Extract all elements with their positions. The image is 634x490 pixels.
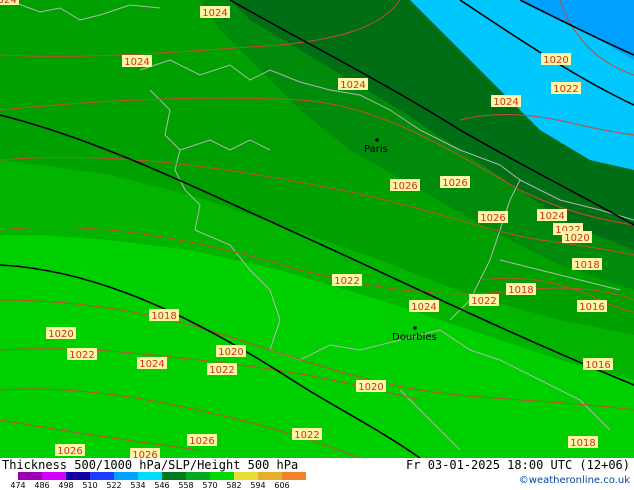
isobar-label-text: 1018 [570,438,595,449]
scale-value: 546 [154,481,170,490]
isobar-label: 1024 [137,357,167,370]
isobar-label-text: 1018 [151,311,176,322]
scale-swatch [18,472,42,480]
isobar-label-text: 1022 [69,350,94,361]
scale-value: 498 [58,481,74,490]
isobar-label-text: 1024 [340,80,365,91]
scale-value: 606 [274,481,290,490]
isobar-label: 1024 [491,95,521,108]
isobar-label-text: 1024 [493,97,518,108]
isobar-label: 1024 [122,55,152,68]
isobar-label-text: 1026 [480,213,505,224]
isobar-label-text: 1022 [553,84,578,95]
isobar-label-text: 1024 [202,8,227,19]
scale-swatch [210,472,234,480]
scale-value: 558 [178,481,194,490]
isobar-label: 1020 [216,345,246,358]
isobar-label-text: 1022 [471,296,496,307]
isobar-label-text: 1024 [139,359,164,370]
scale-value: 486 [34,481,50,490]
city-dot [375,138,379,142]
scale-labels: 474 486 498 510 522 534 546 558 570 582 594 606 [6,481,294,490]
isobar-label: 1022 [292,428,322,441]
chart-title: Thickness 500/1000 hPa/SLP/Height 500 hP… [2,458,299,472]
isobar-label-text: 1018 [574,260,599,271]
scale-value: 474 [10,481,26,490]
isobar-label: 1016 [577,300,607,313]
isobar-label-text: 1016 [579,302,604,313]
isobar-label: 1026 [478,211,508,224]
isobar-label-text: 1026 [189,436,214,447]
isobar-label: 1026 [440,176,470,189]
isobar-label-text: 1016 [585,360,610,371]
isobar-label-text: 1026 [442,178,467,189]
isobar-label: 1024 [338,78,368,91]
isobar-label: 1020 [562,231,592,244]
isobar-label: 1020 [541,53,571,66]
map-footer: Thickness 500/1000 hPa/SLP/Height 500 hP… [0,458,634,490]
scale-swatch [66,472,90,480]
isobar-label-text: 1026 [57,446,82,457]
isobar-label: 1016 [583,358,613,371]
isobar-label: 1024 [537,209,567,222]
isobar-label: 1024 [200,6,230,19]
isobar-label: 1022 [332,274,362,287]
isobar-label-text: 1024 [124,57,149,68]
isobar-label: 1020 [356,380,386,393]
isobar-label-text: 1026 [392,181,417,192]
isobar-label: 1022 [469,294,499,307]
scale-swatch [234,472,258,480]
isobar-label: 1026 [187,434,217,447]
isobar-label: 1026 [130,448,160,458]
isobar-label-text: 1018 [508,285,533,296]
scale-swatch [114,472,138,480]
isobar-label: 1018 [572,258,602,271]
isobar-label: 1018 [506,283,536,296]
credit-link[interactable]: ©weatheronline.co.uk [519,475,630,486]
isobar-label: 1026 [390,179,420,192]
isobar-label: 1022 [207,363,237,376]
isobar-label: 1018 [568,436,598,449]
isobar-label-text: 1026 [132,450,157,458]
isobar-label: 1022 [551,82,581,95]
valid-time: Fr 03-01-2025 18:00 UTC (12+06) [406,458,630,472]
isobar-label-text: 1024 [0,0,17,6]
isobar-label-text: 1022 [334,276,359,287]
isobar-label: 1020 [46,327,76,340]
city-name: Paris [364,144,388,155]
map-canvas: Paris Dourbies 1024102410241024102010221… [0,0,634,458]
scale-swatch [42,472,66,480]
scale-value: 582 [226,481,242,490]
isobar-label-text: 1022 [294,430,319,441]
scale-value: 594 [250,481,266,490]
scale-swatch [282,472,306,480]
weather-map: Paris Dourbies 1024102410241024102010221… [0,0,634,458]
scale-swatch [162,472,186,480]
isobar-label-text: 1020 [543,55,568,66]
isobar-label: 1024 [0,0,19,6]
isobar-label-text: 1022 [209,365,234,376]
scale-value: 534 [130,481,146,490]
city-name: Dourbies [392,332,437,343]
scale-swatch [90,472,114,480]
scale-swatch [258,472,282,480]
isobar-label-text: 1024 [539,211,564,222]
scale-swatch [138,472,162,480]
isobar-label-text: 1020 [218,347,243,358]
color-scale [18,472,306,480]
isobar-label-text: 1020 [564,233,589,244]
scale-value: 522 [106,481,122,490]
isobar-label: 1026 [55,444,85,457]
isobar-label: 1024 [409,300,439,313]
isobar-label: 1018 [149,309,179,322]
isobar-label-text: 1020 [358,382,383,393]
isobar-label-text: 1020 [48,329,73,340]
city-dot [413,326,417,330]
isobar-label-text: 1024 [411,302,436,313]
isobar-label: 1022 [67,348,97,361]
scale-value: 570 [202,481,218,490]
scale-swatch [186,472,210,480]
scale-value: 510 [82,481,98,490]
